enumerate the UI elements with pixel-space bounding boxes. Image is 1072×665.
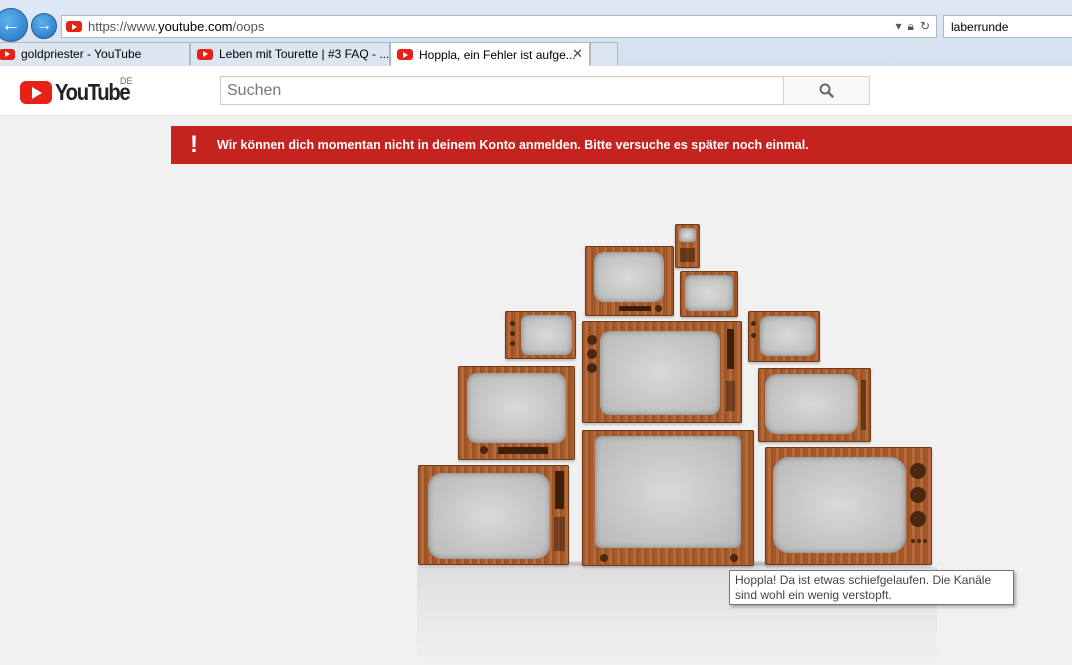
- browser-search-input[interactable]: laberrunde: [943, 15, 1072, 38]
- tv: [748, 311, 820, 362]
- error-alert: ! Wir können dich momentan nicht in dein…: [171, 126, 1072, 164]
- tv: [418, 465, 569, 565]
- lock-icon[interactable]: 🔒︎: [908, 19, 914, 34]
- tv-slot: [727, 329, 734, 369]
- new-tab-button[interactable]: [590, 42, 618, 65]
- tv-knob: [510, 331, 515, 336]
- tv-knob: [587, 363, 597, 373]
- tv-knob: [910, 487, 926, 503]
- speaker-grille: [726, 381, 735, 411]
- tv: [675, 224, 700, 268]
- tv-knob: [510, 341, 515, 346]
- tv-knob: [923, 539, 927, 543]
- tv: [585, 246, 674, 316]
- tv: [680, 271, 738, 317]
- alert-message: Wir können dich momentan nicht in deinem…: [217, 138, 809, 152]
- youtube-play-icon: [20, 81, 52, 104]
- tv-screen: [679, 228, 696, 242]
- speaker-grille: [554, 517, 565, 551]
- tv: [505, 311, 576, 359]
- exclamation-icon: !: [190, 131, 198, 158]
- tv-screen: [595, 436, 741, 548]
- youtube-header: YouTube DE Suchen: [0, 66, 1072, 116]
- tv-screen: [773, 457, 906, 553]
- tab-hoppla[interactable]: Hoppla, ein Fehler ist aufge... ✕: [390, 42, 590, 66]
- tv-knob: [910, 463, 926, 479]
- forward-button[interactable]: →: [31, 13, 57, 39]
- search-input[interactable]: Suchen: [220, 76, 784, 105]
- tv: [758, 368, 871, 442]
- tv-screen: [760, 316, 816, 356]
- tv-screen: [594, 252, 664, 302]
- tooltip: Hoppla! Da ist etwas schiefgelaufen. Die…: [729, 570, 1014, 605]
- tv-knob: [751, 321, 756, 326]
- tab-tourette[interactable]: Leben mit Tourette | #3 FAQ - ...: [190, 42, 390, 65]
- tab-bar: goldpriester - YouTube Leben mit Tourett…: [0, 42, 1072, 66]
- tab-label: goldpriester - YouTube: [21, 47, 142, 61]
- tv-knob: [480, 446, 488, 454]
- tv-screen: [521, 315, 572, 355]
- tv-knob: [587, 349, 597, 359]
- tv-knob: [600, 554, 608, 562]
- tv-slot: [555, 471, 564, 509]
- speaker-grille: [861, 380, 866, 430]
- tv-screen: [467, 373, 566, 443]
- tv-slot: [619, 306, 651, 311]
- youtube-favicon-icon: [0, 48, 15, 60]
- tv: [765, 447, 932, 565]
- back-button[interactable]: ←: [0, 8, 28, 42]
- tab-goldpriester[interactable]: goldpriester - YouTube: [0, 42, 190, 65]
- close-icon[interactable]: ✕: [572, 46, 583, 62]
- tv: [582, 321, 742, 423]
- tv-knob: [910, 511, 926, 527]
- tab-label: Leben mit Tourette | #3 FAQ - ...: [219, 47, 389, 61]
- refresh-icon[interactable]: ↻: [920, 19, 930, 34]
- tv-knob: [510, 321, 515, 326]
- tv-knob: [917, 539, 921, 543]
- search-button[interactable]: [783, 76, 870, 105]
- youtube-favicon-icon: [197, 48, 213, 60]
- browser-chrome: ← → https://www.youtube.com/oops ▾ 🔒︎ ↻ …: [0, 0, 1072, 66]
- youtube-favicon-icon: [397, 49, 413, 60]
- tv-screen: [600, 331, 720, 415]
- speaker-grille: [680, 248, 695, 262]
- arrow-right-icon: →: [36, 17, 52, 34]
- url-text: https://www.youtube.com/oops: [88, 19, 265, 34]
- tv-screen: [685, 275, 733, 311]
- navigation-row: ← → https://www.youtube.com/oops ▾ 🔒︎ ↻ …: [0, 0, 1072, 42]
- address-icons: ▾ 🔒︎ ↻: [896, 19, 930, 34]
- arrow-left-icon: ←: [1, 13, 21, 36]
- tv-slot: [498, 447, 548, 454]
- youtube-favicon-icon: [66, 21, 82, 32]
- tab-label: Hoppla, ein Fehler ist aufge...: [419, 47, 576, 62]
- search-icon: [819, 83, 834, 98]
- dropdown-icon[interactable]: ▾: [896, 19, 902, 34]
- tv-knob: [587, 335, 597, 345]
- tv: [458, 366, 575, 460]
- tv-knob: [911, 539, 915, 543]
- tv-knob: [730, 554, 738, 562]
- tv: [582, 430, 754, 566]
- tv-screen: [428, 473, 550, 559]
- logo-text: YouTube: [55, 79, 131, 105]
- address-bar[interactable]: https://www.youtube.com/oops ▾ 🔒︎ ↻: [61, 15, 937, 38]
- country-code: DE: [120, 76, 133, 86]
- tv-knob: [751, 333, 756, 338]
- tv-knob: [655, 305, 662, 312]
- tv-screen: [765, 374, 858, 434]
